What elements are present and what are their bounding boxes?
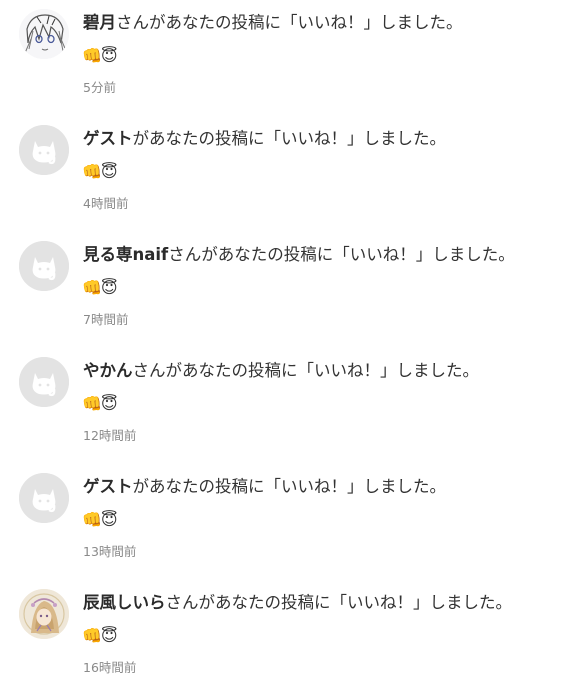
notification-item[interactable]: やかんさんがあなたの投稿に「いいね！」しました。 👊😇 12時間前: [0, 348, 572, 464]
user-avatar[interactable]: [19, 473, 69, 523]
cat-placeholder-icon: [19, 241, 69, 291]
notification-item[interactable]: 辰風しいらさんがあなたの投稿に「いいね！」しました。 👊😇 16時間前: [0, 580, 572, 696]
notification-item[interactable]: ゲストがあなたの投稿に「いいね！」しました。 👊😇 4時間前: [0, 116, 572, 232]
notification-message: 辰風しいらさんがあなたの投稿に「いいね！」しました。: [83, 592, 512, 614]
anime-drawing-avatar-icon: [19, 9, 69, 59]
timestamp: 7時間前: [83, 312, 129, 327]
cat-placeholder-icon: [19, 125, 69, 175]
notification-text: さんがあなたの投稿に「いいね！」しました。: [132, 361, 480, 380]
notification-item[interactable]: ゲストがあなたの投稿に「いいね！」しました。 👊😇 13時間前: [0, 464, 572, 580]
user-name[interactable]: 碧月: [83, 13, 116, 32]
notification-message: ゲストがあなたの投稿に「いいね！」しました。: [83, 476, 446, 498]
reaction-emoji: 👊😇: [82, 394, 118, 413]
notification-message: 見る専naifさんがあなたの投稿に「いいね！」しました。: [83, 244, 515, 266]
notification-list: 碧月さんがあなたの投稿に「いいね！」しました。 👊😇 5分前 ゲストがあなたの投…: [0, 0, 572, 696]
notification-text: さんがあなたの投稿に「いいね！」しました。: [165, 593, 513, 612]
notification-text: さんがあなたの投稿に「いいね！」しました。: [116, 13, 463, 32]
notification-message: 碧月さんがあなたの投稿に「いいね！」しました。: [83, 12, 463, 34]
notification-text: があなたの投稿に「いいね！」しました。: [132, 129, 447, 148]
user-name[interactable]: ゲスト: [83, 129, 133, 148]
notification-message: やかんさんがあなたの投稿に「いいね！」しました。: [83, 360, 479, 382]
reaction-emoji: 👊😇: [82, 510, 118, 529]
timestamp: 4時間前: [83, 196, 129, 211]
timestamp: 5分前: [83, 80, 116, 95]
user-name[interactable]: ゲスト: [83, 477, 133, 496]
notification-text: さんがあなたの投稿に「いいね！」しました。: [168, 245, 515, 264]
user-name[interactable]: やかん: [83, 361, 133, 380]
cat-placeholder-icon: [19, 473, 69, 523]
user-name[interactable]: 見る専naif: [83, 245, 168, 264]
user-name[interactable]: 辰風しいら: [83, 593, 166, 612]
user-avatar[interactable]: [19, 125, 69, 175]
user-avatar[interactable]: [19, 357, 69, 407]
timestamp: 13時間前: [83, 544, 137, 559]
notification-item[interactable]: 碧月さんがあなたの投稿に「いいね！」しました。 👊😇 5分前: [0, 0, 572, 116]
user-avatar[interactable]: [19, 589, 69, 639]
notification-text: があなたの投稿に「いいね！」しました。: [132, 477, 447, 496]
reaction-emoji: 👊😇: [82, 46, 118, 65]
notification-message: ゲストがあなたの投稿に「いいね！」しました。: [83, 128, 446, 150]
cat-placeholder-icon: [19, 357, 69, 407]
reaction-emoji: 👊😇: [82, 626, 118, 645]
reaction-emoji: 👊😇: [82, 278, 118, 297]
reaction-emoji: 👊😇: [82, 162, 118, 181]
timestamp: 16時間前: [83, 660, 137, 675]
notification-item[interactable]: 見る専naifさんがあなたの投稿に「いいね！」しました。 👊😇 7時間前: [0, 232, 572, 348]
user-avatar[interactable]: [19, 9, 69, 59]
character-illustration-avatar-icon: [19, 589, 69, 639]
timestamp: 12時間前: [83, 428, 137, 443]
user-avatar[interactable]: [19, 241, 69, 291]
